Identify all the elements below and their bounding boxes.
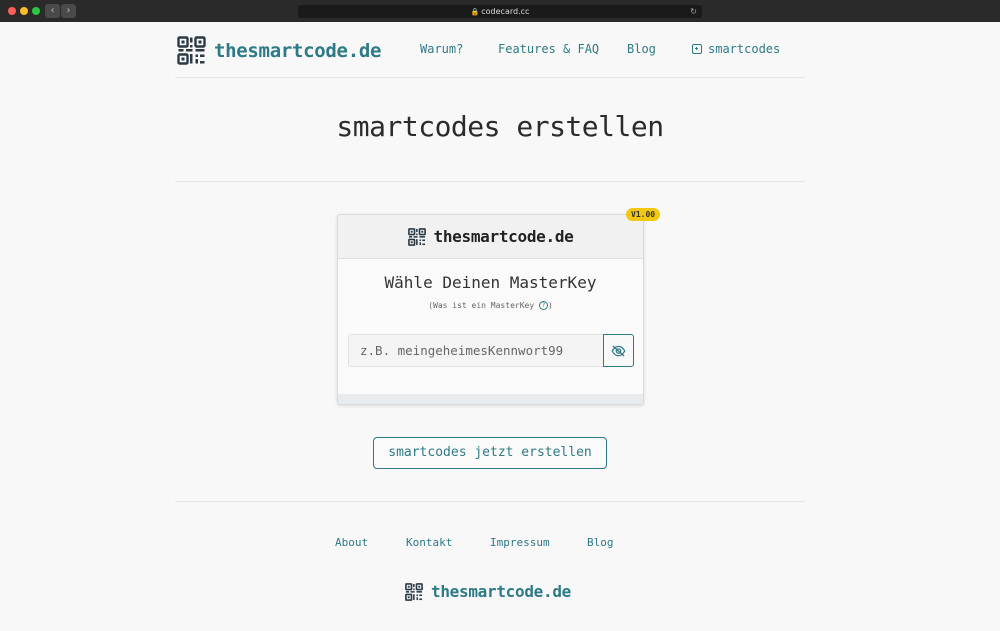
- maximize-window-button[interactable]: [32, 7, 40, 15]
- plus-square-icon: [692, 44, 702, 54]
- nav-blog-link[interactable]: Blog: [627, 42, 656, 56]
- close-window-button[interactable]: [8, 7, 16, 15]
- history-buttons: ‹ ›: [45, 4, 76, 18]
- browser-toolbar: ‹ › 🔒 codecard.cc ↻: [0, 0, 1000, 22]
- question-circle-icon[interactable]: ?: [538, 301, 548, 310]
- masterkey-help-link[interactable]: (Was ist ein MasterKey ?): [338, 301, 643, 310]
- qr-code-icon: [177, 36, 206, 65]
- nav-smartcodes-label: smartcodes: [708, 42, 781, 56]
- footer-brand-name: thesmartcode.de: [431, 582, 571, 601]
- site-header: thesmartcode.de Warum? Features & FAQ Bl…: [175, 22, 805, 78]
- reload-icon[interactable]: ↻: [690, 5, 697, 18]
- create-smartcodes-button[interactable]: smartcodes jetzt erstellen: [373, 437, 607, 469]
- masterkey-input[interactable]: [348, 334, 604, 367]
- section-divider: [175, 181, 805, 182]
- forward-button[interactable]: ›: [61, 4, 76, 18]
- nav-smartcodes-link[interactable]: smartcodes: [692, 42, 780, 56]
- toggle-visibility-button[interactable]: [603, 334, 634, 367]
- version-badge: V1.00: [626, 208, 661, 221]
- card-heading: Wähle Deinen MasterKey: [384, 273, 597, 292]
- card-footer-bar: [338, 394, 643, 404]
- qr-code-icon: [407, 227, 426, 246]
- masterkey-card: thesmartcode.de Wähle Deinen MasterKey (…: [337, 214, 644, 405]
- brand-name: thesmartcode.de: [214, 39, 382, 62]
- footer-about-link[interactable]: About: [335, 536, 368, 549]
- qr-code-icon: [405, 582, 423, 601]
- eye-off-icon: [611, 345, 626, 356]
- footer-impressum-link[interactable]: Impressum: [490, 536, 550, 549]
- page-title: smartcodes erstellen: [336, 110, 664, 143]
- back-button[interactable]: ‹: [45, 4, 60, 18]
- footer-brand-link[interactable]: thesmartcode.de: [405, 582, 571, 601]
- address-bar[interactable]: 🔒 codecard.cc ↻: [298, 5, 702, 18]
- minimize-window-button[interactable]: [20, 7, 28, 15]
- lock-icon: 🔒: [470, 8, 480, 16]
- brand-logo-link[interactable]: thesmartcode.de: [177, 36, 381, 65]
- help-text: (Was ist ein MasterKey: [428, 301, 535, 310]
- nav-warum-link[interactable]: Warum?: [420, 42, 463, 56]
- footer-divider: [175, 501, 805, 502]
- card-brand-name: thesmartcode.de: [433, 227, 574, 246]
- help-text-close: ): [547, 301, 553, 310]
- nav-features-faq-link[interactable]: Features & FAQ: [498, 42, 599, 56]
- footer-kontakt-link[interactable]: Kontakt: [406, 536, 452, 549]
- footer-blog-link[interactable]: Blog: [587, 536, 614, 549]
- url-text: codecard.cc: [481, 7, 530, 16]
- card-header: thesmartcode.de: [338, 215, 643, 259]
